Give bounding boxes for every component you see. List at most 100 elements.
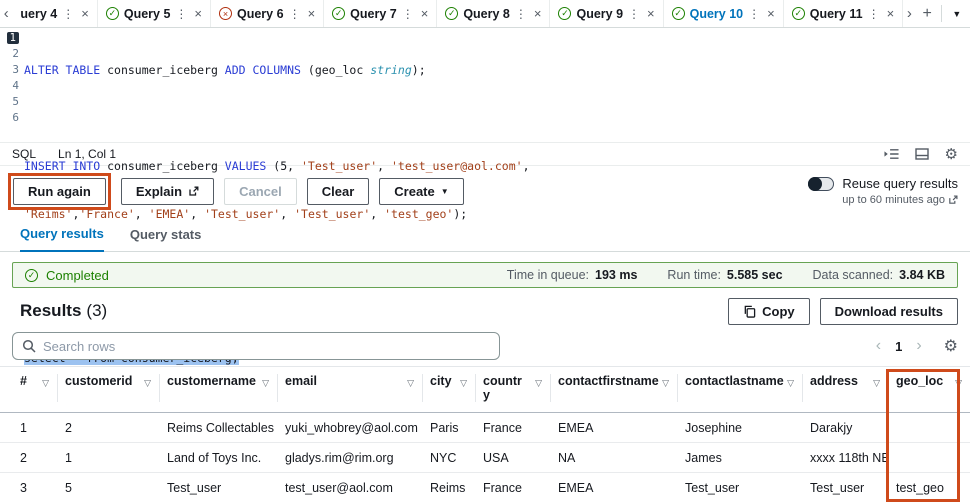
new-tab-button[interactable]: + — [916, 0, 939, 27]
code-token: (5, — [266, 159, 301, 173]
cell: 2 — [65, 420, 72, 435]
tab-close-icon[interactable]: × — [767, 6, 775, 21]
tab-kebab-icon[interactable]: ⋮ — [175, 7, 187, 21]
tab-close-icon[interactable]: × — [81, 6, 89, 21]
tabs-scroll-right-icon[interactable]: › — [903, 0, 915, 27]
column-label: customername — [167, 374, 256, 388]
column-header-email[interactable]: email ▽ — [277, 367, 422, 412]
tab-query-8[interactable]: ✓ Query 8 ⋮ × — [437, 0, 551, 27]
cell: test_user@aol.com — [285, 480, 393, 495]
tab-kebab-icon[interactable]: ⋮ — [515, 7, 527, 21]
sql-editor[interactable]: 1 2 3 4 5 6 ALTER TABLE consumer_iceberg… — [0, 28, 970, 365]
code-token: , — [377, 159, 391, 173]
filter-icon[interactable]: ▽ — [42, 376, 49, 390]
column-header-geo-loc[interactable]: geo_loc ▽ — [888, 367, 970, 412]
preferences-gear-icon[interactable]: ⚙ — [944, 336, 958, 356]
tab-kebab-icon[interactable]: ⋮ — [62, 7, 74, 21]
tab-query-9[interactable]: ✓ Query 9 ⋮ × — [550, 0, 664, 27]
tab-close-icon[interactable]: × — [647, 6, 655, 21]
code-token: 'Test_user' — [204, 207, 281, 221]
tab-kebab-icon[interactable]: ⋮ — [868, 7, 880, 21]
line-number: 3 — [12, 63, 19, 76]
tab-kebab-icon[interactable]: ⋮ — [402, 7, 414, 21]
filter-icon[interactable]: ▽ — [407, 376, 414, 390]
column-header-address[interactable]: address ▽ — [802, 367, 888, 412]
next-page-icon[interactable]: › — [916, 337, 921, 355]
tab-query-10[interactable]: ✓ Query 10 ⋮ × — [664, 0, 784, 27]
pagination: ‹ 1 › ⚙ — [876, 336, 958, 356]
filter-icon[interactable]: ▽ — [662, 376, 669, 390]
metric-value: 5.585 sec — [726, 268, 783, 282]
tab-kebab-icon[interactable]: ⋮ — [628, 7, 640, 21]
status-success-icon: ✓ — [332, 7, 346, 20]
column-header-contactfirstname[interactable]: contactfirstname ▽ — [550, 367, 677, 412]
tab-close-icon[interactable]: × — [194, 6, 202, 21]
split-panel-icon[interactable] — [914, 148, 929, 160]
line-number: 4 — [12, 79, 19, 92]
reuse-results-toggle[interactable] — [808, 176, 835, 191]
explain-label: Explain — [135, 183, 183, 199]
code-token: , — [370, 207, 385, 221]
tab-query-4[interactable]: uery 4 ⋮ × — [12, 0, 98, 27]
status-cancelled-icon: × — [219, 7, 232, 20]
column-header-row-number[interactable]: # ▽ — [12, 367, 57, 412]
tab-query-results[interactable]: Query results — [20, 226, 104, 252]
cell: James — [685, 450, 722, 465]
create-dropdown-button[interactable]: Create ▼ — [379, 177, 464, 205]
explain-button[interactable]: Explain — [120, 177, 215, 205]
tabs-scroll-left-icon[interactable]: ‹ — [0, 0, 12, 27]
cancel-button[interactable]: Cancel — [224, 177, 297, 205]
results-count: (3) — [86, 301, 108, 320]
cursor-position-label: Ln 1, Col 1 — [58, 147, 117, 161]
filter-icon[interactable]: ▽ — [955, 376, 962, 390]
metric-label: Data scanned: — [812, 268, 894, 282]
tab-close-icon[interactable]: × — [887, 6, 895, 21]
line-number: 2 — [12, 47, 19, 60]
column-label: country — [483, 374, 522, 402]
column-header-city[interactable]: city ▽ — [422, 367, 475, 412]
column-label: # — [20, 374, 27, 388]
column-header-customername[interactable]: customername ▽ — [159, 367, 277, 412]
tab-kebab-icon[interactable]: ⋮ — [748, 7, 760, 21]
tab-label: Query 8 — [463, 6, 510, 21]
tab-close-icon[interactable]: × — [308, 6, 316, 21]
code-token: , — [522, 159, 530, 173]
status-success-icon: ✓ — [791, 7, 805, 20]
search-rows-input[interactable] — [43, 338, 490, 354]
filter-icon[interactable]: ▽ — [144, 376, 151, 390]
tab-close-icon[interactable]: × — [421, 6, 429, 21]
tab-close-icon[interactable]: × — [534, 6, 542, 21]
filter-icon[interactable]: ▽ — [787, 376, 794, 390]
tab-query-11[interactable]: ✓ Query 11 ⋮ × — [784, 0, 904, 27]
format-query-icon[interactable] — [884, 148, 899, 160]
create-label: Create — [394, 183, 435, 199]
cell: Reims Collectables — [167, 420, 274, 435]
search-box[interactable] — [12, 332, 500, 360]
filter-icon[interactable]: ▽ — [535, 376, 542, 390]
column-header-contactlastname[interactable]: contactlastname ▽ — [677, 367, 802, 412]
filter-icon[interactable]: ▽ — [873, 376, 880, 390]
column-header-country[interactable]: country ▽ — [475, 367, 550, 412]
tab-kebab-icon[interactable]: ⋮ — [289, 7, 301, 21]
current-page-number[interactable]: 1 — [895, 339, 902, 354]
table-row: 3 5 Test_user test_user@aol.com Reims Fr… — [0, 473, 970, 502]
tab-query-stats[interactable]: Query stats — [130, 227, 202, 251]
column-header-customerid[interactable]: customerid ▽ — [57, 367, 159, 412]
status-success-icon: ✓ — [105, 7, 119, 20]
cell: gladys.rim@rim.org — [285, 450, 394, 465]
code-token: ADD COLUMNS — [224, 63, 301, 77]
download-results-button[interactable]: Download results — [819, 297, 958, 325]
filter-icon[interactable]: ▽ — [460, 376, 467, 390]
tab-query-5[interactable]: ✓ Query 5 ⋮ × — [98, 0, 211, 27]
filter-icon[interactable]: ▽ — [262, 376, 269, 390]
previous-page-icon[interactable]: ‹ — [876, 337, 881, 355]
editor-settings-gear-icon[interactable]: ⚙ — [945, 145, 958, 163]
run-again-button[interactable]: Run again — [13, 177, 106, 205]
tab-query-6[interactable]: × Query 6 ⋮ × — [211, 0, 325, 27]
tab-query-7[interactable]: ✓ Query 7 ⋮ × — [324, 0, 438, 27]
cell: Test_user — [167, 480, 222, 495]
clear-button[interactable]: Clear — [306, 177, 370, 205]
tabs-overflow-menu-icon[interactable]: ▼ — [944, 0, 970, 27]
copy-button[interactable]: Copy — [728, 297, 810, 325]
column-label: geo_loc — [896, 374, 944, 388]
